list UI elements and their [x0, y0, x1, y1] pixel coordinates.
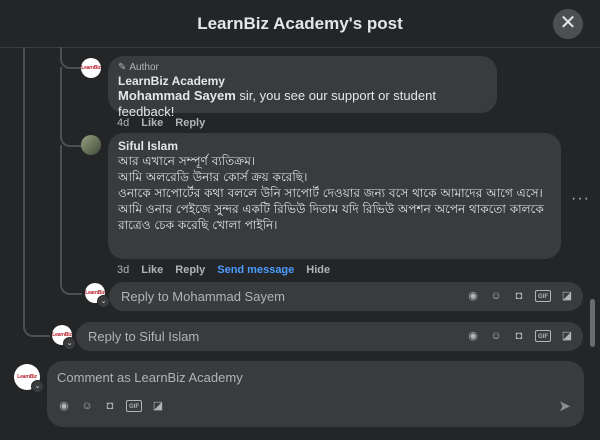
reply-button[interactable]: Reply — [175, 264, 205, 276]
comment-body: আর এখানে সম্পূর্ণ ব্যতিক্রম। আমি অলরেডি … — [118, 154, 544, 232]
comment-actions-siful: 3d Like Reply Send message Hide — [117, 264, 330, 276]
emoji-icon[interactable]: ☺ — [80, 399, 94, 413]
camera-icon[interactable]: ◘ — [512, 289, 526, 303]
thread-line-siful — [60, 67, 82, 147]
comment-timestamp[interactable]: 4d — [117, 117, 129, 129]
post-title: LearnBiz Academy's post — [197, 14, 403, 33]
comment-input[interactable]: Comment as LearnBiz Academy ◉ ☺ ◘ GIF ◪ … — [47, 361, 584, 427]
comment-placeholder: Comment as LearnBiz Academy — [57, 370, 243, 385]
pencil-icon: ✎ — [118, 62, 127, 73]
sticker-icon[interactable]: ◪ — [151, 399, 165, 413]
comment-toolbar: ◉ ☺ ◘ GIF ◪ — [57, 399, 165, 413]
author-badge: ✎ Author — [118, 62, 487, 73]
close-button[interactable]: ✕ — [553, 9, 583, 39]
avatar-siful[interactable] — [81, 135, 101, 155]
thread-line-top — [60, 47, 82, 69]
post-header: LearnBiz Academy's post ✕ — [0, 0, 600, 48]
like-button[interactable]: Like — [141, 264, 163, 276]
reply-placeholder: Reply to Siful Islam — [88, 329, 200, 344]
mention-link[interactable]: Mohammad Sayem — [118, 88, 236, 103]
avatar-sticker-icon[interactable]: ◉ — [57, 399, 71, 413]
comment-timestamp[interactable]: 3d — [117, 264, 129, 276]
reply-button[interactable]: Reply — [175, 117, 205, 129]
close-icon: ✕ — [559, 12, 577, 34]
commenter-name[interactable]: Siful Islam — [118, 139, 551, 153]
thread-line-reply-sayem — [60, 145, 82, 295]
comment-actions-author: 4d Like Reply — [117, 117, 205, 129]
comment-bubble-siful: Siful Islam আর এখানে সম্পূর্ণ ব্যতিক্রম।… — [108, 133, 561, 259]
avatar-learnbiz[interactable]: LearnBiz — [81, 58, 101, 78]
send-message-button[interactable]: Send message — [217, 264, 294, 276]
more-options-icon[interactable]: ··· — [571, 190, 590, 208]
reply-input-siful[interactable]: Reply to Siful Islam ◉ ☺ ◘ GIF ◪ — [76, 322, 583, 351]
reply-placeholder: Reply to Mohammad Sayem — [121, 289, 286, 304]
camera-icon[interactable]: ◘ — [512, 329, 526, 343]
sticker-icon[interactable]: ◪ — [560, 289, 574, 303]
scrollbar[interactable] — [590, 299, 595, 347]
commenter-name[interactable]: LearnBiz Academy — [118, 74, 487, 88]
avatar-sticker-icon[interactable]: ◉ — [466, 329, 480, 343]
avatar-sticker-icon[interactable]: ◉ — [466, 289, 480, 303]
comment-text: Mohammad Sayem sir, you see our support … — [118, 88, 487, 120]
reply-toolbar: ◉ ☺ ◘ GIF ◪ — [466, 289, 574, 303]
chevron-down-icon[interactable]: ⌄ — [31, 380, 44, 393]
reply-input-sayem[interactable]: Reply to Mohammad Sayem ◉ ☺ ◘ GIF ◪ — [109, 282, 583, 311]
camera-icon[interactable]: ◘ — [103, 399, 117, 413]
avatar-logo: LearnBiz — [17, 374, 37, 380]
sticker-icon[interactable]: ◪ — [560, 329, 574, 343]
emoji-icon[interactable]: ☺ — [489, 289, 503, 303]
thread-line-outer — [23, 47, 50, 337]
hide-button[interactable]: Hide — [306, 264, 330, 276]
reply-toolbar: ◉ ☺ ◘ GIF ◪ — [466, 329, 574, 343]
emoji-icon[interactable]: ☺ — [489, 329, 503, 343]
author-badge-label: Author — [129, 62, 159, 73]
gif-icon[interactable]: GIF — [535, 330, 551, 342]
like-button[interactable]: Like — [141, 117, 163, 129]
gif-icon[interactable]: GIF — [535, 290, 551, 302]
chevron-down-icon[interactable]: ⌄ — [63, 337, 76, 350]
comment-bubble-author: ✎ Author LearnBiz Academy Mohammad Sayem… — [108, 56, 497, 119]
avatar-logo: LearnBiz — [81, 65, 101, 71]
gif-icon[interactable]: GIF — [126, 400, 142, 412]
send-icon[interactable]: ➤ — [558, 397, 571, 415]
